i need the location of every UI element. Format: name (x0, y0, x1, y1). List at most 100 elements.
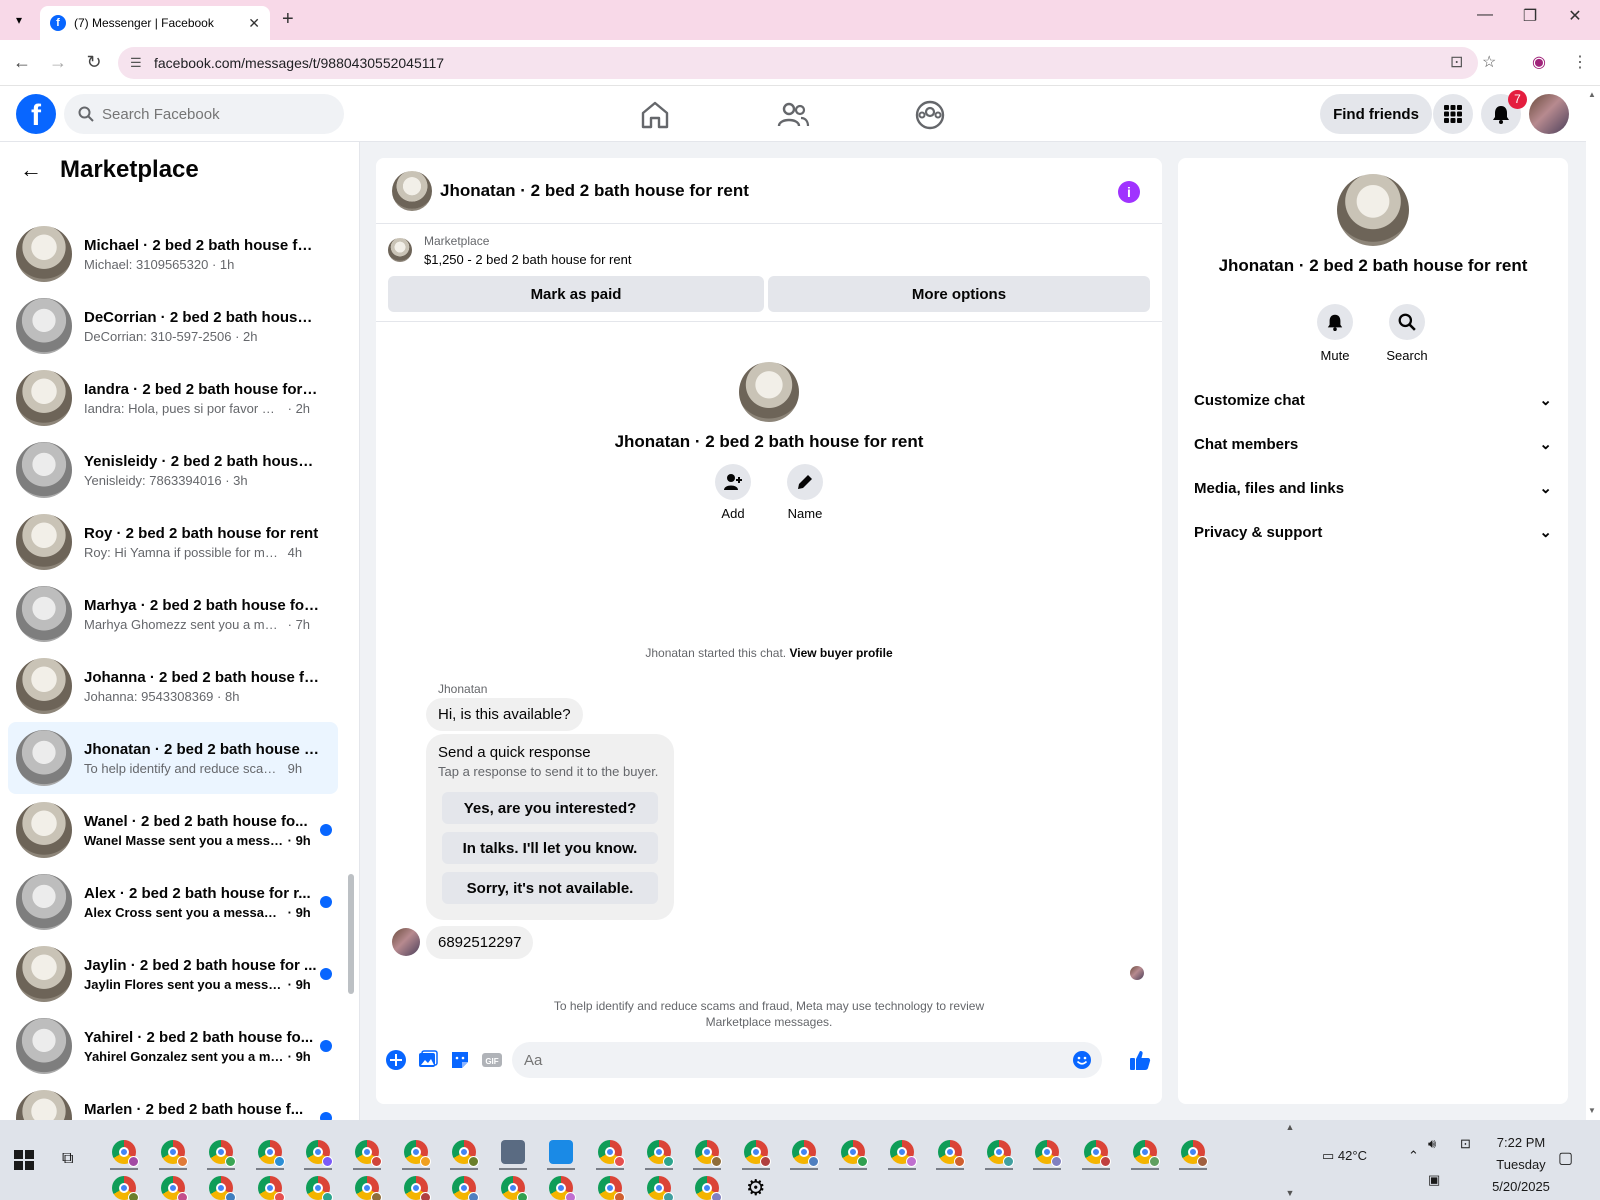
account-avatar[interactable] (1529, 94, 1569, 134)
chrome-profile-icon[interactable] (695, 1176, 723, 1200)
chrome-profile-icon[interactable] (743, 1140, 771, 1167)
search-box[interactable] (64, 94, 344, 134)
sticker-icon[interactable] (448, 1048, 472, 1072)
chat-avatar[interactable] (392, 170, 432, 211)
conversation-item[interactable]: Alex · 2 bed 2 bath house for r... Alex C… (8, 866, 338, 938)
task-view-icon[interactable]: ⧉ (62, 1150, 73, 1168)
find-friends-button[interactable]: Find friends (1320, 94, 1432, 134)
conversation-item[interactable]: Yenisleidy · 2 bed 2 bath house f... Yeni… (8, 434, 338, 506)
conversation-item[interactable]: Marhya · 2 bed 2 bath house for... Marhya… (8, 578, 338, 650)
groups-icon[interactable] (913, 98, 947, 132)
scroll-up-icon[interactable]: ▲ (1588, 90, 1596, 99)
scrollbar-thumb[interactable] (348, 874, 354, 994)
close-tab-icon[interactable]: ✕ (248, 15, 260, 32)
forward-icon[interactable]: → (46, 52, 70, 73)
quick-response-yes-button[interactable]: Yes, are you interested? (442, 792, 658, 824)
conversation-item[interactable]: Marlen · 2 bed 2 bath house f...Marlen S… (8, 1082, 338, 1120)
conversation-item[interactable]: Michael · 2 bed 2 bath house for... Micha… (8, 218, 338, 290)
weather-widget[interactable]: ▭ 42°C (1322, 1148, 1367, 1164)
sidebar-scrollbar[interactable] (346, 194, 356, 1114)
new-tab-icon[interactable]: + (282, 8, 294, 31)
chat-members-section[interactable]: Chat members ⌄ (1194, 424, 1552, 464)
scroll-down-icon[interactable]: ▼ (1588, 1106, 1596, 1115)
tab-search-chevron-icon[interactable]: ▾ (8, 10, 30, 30)
chrome-profile-icon[interactable] (403, 1140, 431, 1167)
chrome-profile-icon[interactable] (160, 1140, 188, 1167)
chrome-profile-icon[interactable] (500, 1176, 528, 1200)
conversation-item[interactable]: Jhonatan · 2 bed 2 bath house f... To hel… (8, 722, 338, 794)
windows-start-icon[interactable] (14, 1150, 34, 1170)
media-files-links-section[interactable]: Media, files and links ⌄ (1194, 468, 1552, 508)
contacts-app-icon[interactable] (500, 1140, 525, 1164)
chrome-profile-icon[interactable] (112, 1140, 139, 1167)
chrome-profile-icon[interactable] (598, 1140, 625, 1167)
chrome-profile-icon[interactable] (257, 1176, 285, 1200)
volume-icon[interactable]: 🔊︎ (1428, 1136, 1436, 1152)
info-icon[interactable]: i (1118, 181, 1140, 203)
search-in-chat-button[interactable]: Search (1377, 304, 1437, 363)
message-bubble[interactable]: Hi, is this available? (426, 698, 583, 731)
conversation-item[interactable]: Roy · 2 bed 2 bath house for rent Roy: Hi… (8, 506, 338, 578)
chrome-profile-icon[interactable] (452, 1140, 480, 1167)
chrome-profile-icon[interactable] (306, 1176, 334, 1200)
conversation-item[interactable]: DeCorrian · 2 bed 2 bath house f... DeCor… (8, 290, 338, 362)
chrome-profile-icon[interactable] (209, 1176, 237, 1200)
site-info-icon[interactable]: ☰ (130, 55, 142, 71)
chrome-profile-icon[interactable] (598, 1176, 625, 1200)
chrome-profile-icon[interactable] (209, 1140, 237, 1167)
listing-price[interactable]: $1,250 - 2 bed 2 bath house for rent (424, 252, 631, 267)
more-options-button[interactable]: More options (768, 276, 1150, 312)
menu-grid-icon[interactable] (1433, 94, 1473, 134)
back-arrow-icon[interactable]: ← (20, 157, 42, 183)
network-icon[interactable]: ▣ (1428, 1172, 1440, 1188)
reload-icon[interactable]: ↻ (82, 52, 106, 73)
conversation-item[interactable]: Johanna · 2 bed 2 bath house fo... Johann… (8, 650, 338, 722)
chrome-profile-icon[interactable] (889, 1140, 917, 1167)
mark-as-paid-button[interactable]: Mark as paid (388, 276, 764, 312)
chrome-profile-icon[interactable] (986, 1140, 1014, 1167)
restore-icon[interactable]: ❐ (1510, 6, 1550, 26)
bookmark-star-icon[interactable]: ☆ (1482, 52, 1496, 72)
customize-chat-section[interactable]: Customize chat ⌄ (1194, 380, 1552, 420)
browser-tab[interactable]: f (7) Messenger | Facebook ✕ (40, 6, 270, 40)
emoji-icon[interactable] (1072, 1050, 1092, 1070)
chrome-profile-icon[interactable] (646, 1176, 674, 1200)
home-icon[interactable] (638, 98, 672, 132)
chrome-profile-icon[interactable] (646, 1140, 674, 1167)
details-avatar[interactable] (1337, 174, 1409, 246)
conversation-item[interactable]: Yahirel · 2 bed 2 bath house fo... Yahire… (8, 1010, 338, 1082)
tray-overflow-icon[interactable]: ⌃ (1408, 1148, 1419, 1164)
quick-response-unavailable-button[interactable]: Sorry, it's not available. (442, 872, 658, 904)
chrome-profile-icon[interactable] (306, 1140, 334, 1167)
sync-app-icon[interactable] (549, 1140, 574, 1164)
profile-icon[interactable]: ◉ (1532, 52, 1546, 72)
install-app-icon[interactable]: ⊡ (1450, 52, 1463, 72)
conversation-item[interactable]: Wanel · 2 bed 2 bath house fo... Wanel Ma… (8, 794, 338, 866)
quick-response-talks-button[interactable]: In talks. I'll let you know. (442, 832, 658, 864)
chrome-profile-icon[interactable] (452, 1176, 480, 1200)
chrome-profile-icon[interactable] (257, 1140, 285, 1167)
chrome-profile-icon[interactable] (841, 1140, 868, 1167)
message-input-box[interactable] (512, 1042, 1102, 1078)
minimize-icon[interactable]: — (1465, 6, 1505, 24)
gif-icon[interactable]: GIF (480, 1048, 504, 1072)
chrome-profile-icon[interactable] (112, 1176, 139, 1200)
chrome-profile-icon[interactable] (403, 1176, 431, 1200)
listing-thumbnail[interactable] (388, 238, 412, 262)
taskbar-scroll[interactable]: ▲ ▼ (1284, 1122, 1296, 1198)
conversation-item[interactable]: Jaylin · 2 bed 2 bath house for ... Jayli… (8, 938, 338, 1010)
message-input[interactable] (524, 1051, 1064, 1069)
message-bubble-phone[interactable]: 6892512297 (426, 926, 534, 959)
chrome-profile-icon[interactable] (1132, 1140, 1160, 1167)
chrome-profile-icon[interactable] (1035, 1140, 1063, 1167)
chrome-profile-icon[interactable] (1181, 1140, 1209, 1167)
sender-avatar[interactable] (392, 928, 420, 956)
page-scrollbar[interactable]: ▲ ▼ (1586, 86, 1600, 1120)
chrome-profile-icon[interactable] (160, 1176, 188, 1200)
chrome-profile-icon[interactable] (695, 1140, 723, 1167)
chrome-profile-icon[interactable] (549, 1176, 577, 1200)
name-chat-button[interactable]: Name (787, 464, 823, 521)
mute-button[interactable]: Mute (1305, 304, 1365, 363)
chrome-profile-icon[interactable] (355, 1176, 382, 1200)
friends-icon[interactable] (776, 98, 810, 132)
